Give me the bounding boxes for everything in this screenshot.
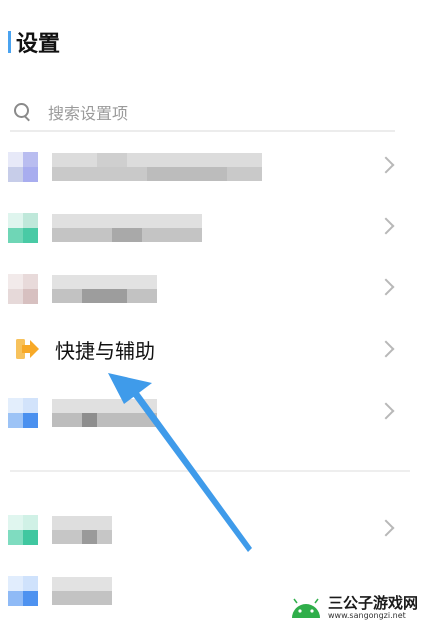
settings-item-5[interactable] — [0, 383, 422, 443]
chevron-right-icon — [377, 156, 395, 174]
watermark: 三公子游戏网 www.sangongzi.net — [288, 595, 418, 621]
watermark-name: 三公子游戏网 — [327, 594, 418, 612]
settings-item-1[interactable] — [0, 137, 422, 197]
search-placeholder[interactable]: 搜索设置项 — [48, 100, 128, 124]
chevron-right-icon — [377, 340, 395, 358]
settings-item-7-icon — [8, 576, 38, 606]
settings-item-5-icon — [8, 398, 38, 428]
chevron-right-icon — [377, 402, 395, 420]
settings-item-2[interactable] — [0, 198, 422, 258]
settings-item-3-icon — [8, 274, 38, 304]
settings-item-3[interactable] — [0, 259, 422, 319]
title-accent-bar — [8, 31, 11, 53]
search-icon — [12, 101, 34, 123]
arrow-right-icon — [16, 339, 39, 359]
search-underline — [10, 130, 395, 132]
settings-item-6[interactable] — [0, 500, 422, 560]
chevron-right-icon — [377, 519, 395, 537]
settings-item-1-icon — [8, 152, 38, 182]
chevron-right-icon — [377, 217, 395, 235]
settings-item-2-icon — [8, 213, 38, 243]
chevron-right-icon — [377, 278, 395, 296]
android-logo-icon — [291, 598, 320, 618]
section-divider — [10, 470, 410, 472]
search-bar[interactable]: 搜索设置项 — [12, 100, 128, 124]
settings-item-shortcuts-label: 快捷与辅助 — [55, 339, 155, 363]
settings-item-6-icon — [8, 515, 38, 545]
watermark-url: www.sangongzi.net — [327, 611, 406, 620]
page-title: 设置 — [8, 26, 60, 58]
page-title-text: 设置 — [16, 32, 61, 57]
settings-item-shortcuts[interactable]: 快捷与辅助 — [0, 321, 422, 381]
